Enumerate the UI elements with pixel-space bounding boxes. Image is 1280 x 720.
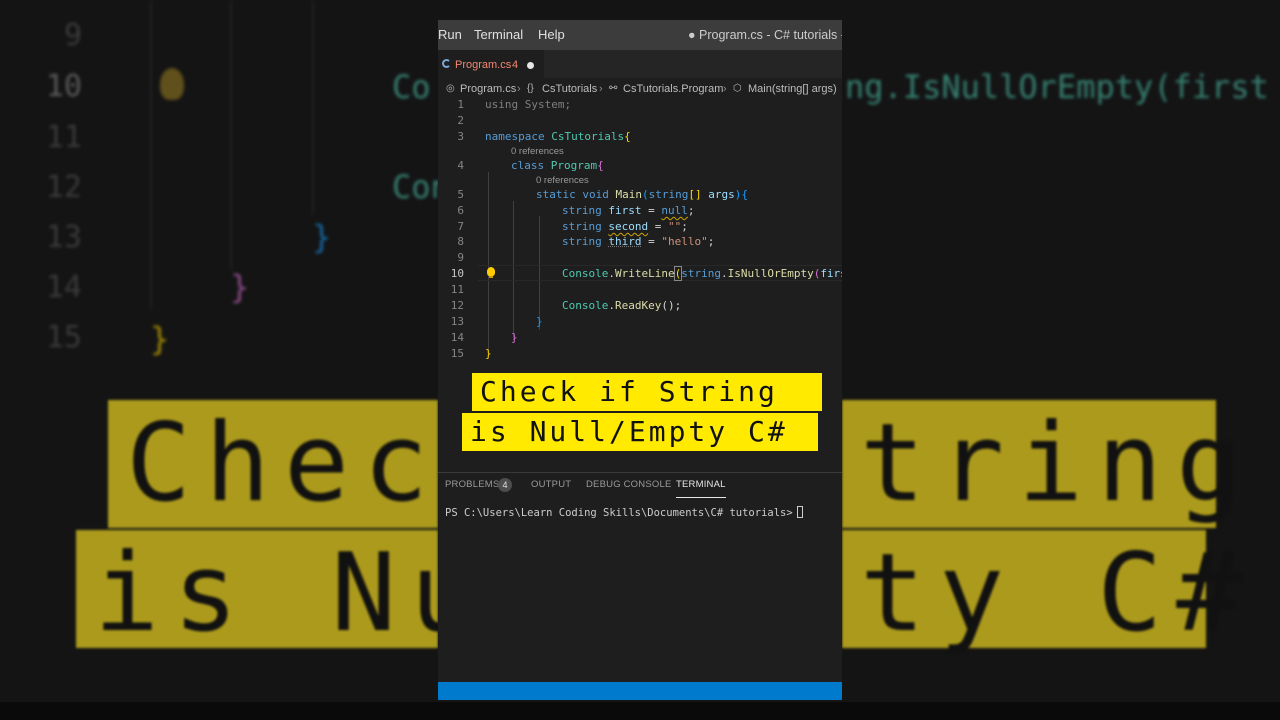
codelens-references[interactable]: 0 references <box>536 175 589 186</box>
prompt-text: PS C:\Users\Learn Coding Skills\Document… <box>445 507 793 519</box>
bg-line-number: 10 <box>45 69 82 104</box>
bg-banner-text: ty C# <box>842 530 1241 656</box>
line-number: 13 <box>450 315 464 328</box>
lightbulb-icon-base <box>489 276 493 278</box>
bg-banner-text: tring <box>842 400 1241 528</box>
bg-line-number: 14 <box>45 270 82 305</box>
code-line-4: class Program{ <box>511 159 604 172</box>
banner-line-2: is Null/Empty C# <box>462 413 818 451</box>
code-line-1: using System; <box>485 98 572 111</box>
tab-terminal[interactable]: TERMINAL <box>676 473 726 498</box>
tab-debug-console[interactable]: DEBUG CONSOLE <box>586 473 671 497</box>
bg-banner-text: Check <box>108 400 507 528</box>
bg-line-number: 9 <box>63 18 82 53</box>
line-number: 11 <box>450 283 464 296</box>
code-line-3: namespace CsTutorials{ <box>485 130 631 143</box>
line-number: 9 <box>457 251 464 264</box>
line-number: 6 <box>457 204 464 217</box>
bottom-letterbox <box>0 702 1280 720</box>
code-editor[interactable]: 1 2 3 4 5 6 7 8 9 10 11 12 13 14 15 usin… <box>438 98 842 368</box>
code-line-15: } <box>485 347 492 360</box>
tab-program-cs[interactable]: Program.cs 4 <box>438 50 544 79</box>
code-line-14: } <box>511 331 518 344</box>
line-number: 4 <box>457 159 464 172</box>
breadcrumb-namespace[interactable]: CsTutorials <box>542 78 597 100</box>
lightbulb-icon[interactable] <box>487 267 495 276</box>
class-icon: ⚯ <box>609 83 618 94</box>
breadcrumb: ◎ Program.cs › {} CsTutorials › ⚯ CsTuto… <box>438 78 842 100</box>
bg-line-number: 11 <box>45 120 82 155</box>
tab-label: Program.cs <box>455 59 512 71</box>
lightbulb-icon <box>160 68 184 100</box>
window-title: ● Program.cs - C# tutorials - V <box>688 28 842 42</box>
line-number: 8 <box>457 235 464 248</box>
bg-code-fragment: Co <box>392 68 431 106</box>
csharp-file-icon: ◎ <box>446 83 455 94</box>
video-frame: 9 10 11 12 13 14 15 Co ng.IsNullOrEmpty(… <box>0 0 1280 720</box>
bg-brace: } <box>230 268 250 306</box>
indent-guide <box>150 0 152 310</box>
indent-guide <box>312 0 314 215</box>
banner-line-1: Check if String <box>472 373 822 411</box>
unsaved-dot-icon[interactable] <box>527 62 534 69</box>
indent-guide <box>488 172 489 356</box>
code-line-10: Console.WriteLine(string.IsNullOrEmpty(f… <box>562 266 842 281</box>
terminal-prompt[interactable]: PS C:\Users\Learn Coding Skills\Document… <box>445 506 803 519</box>
line-number: 15 <box>450 347 464 360</box>
menu-help[interactable]: Help <box>538 20 565 50</box>
problems-badge: 4 <box>498 478 512 492</box>
code-line-13: } <box>536 315 543 328</box>
line-number: 3 <box>457 130 464 143</box>
braces-icon: {} <box>527 83 534 94</box>
menubar: Run Terminal Help ● Program.cs - C# tuto… <box>438 20 842 50</box>
bg-brace: } <box>150 320 170 358</box>
bg-brace: } <box>312 218 332 256</box>
line-number: 1 <box>457 98 464 111</box>
line-number: 7 <box>457 220 464 233</box>
line-number: 12 <box>450 299 464 312</box>
tab-output[interactable]: OUTPUT <box>531 473 571 497</box>
line-number: 2 <box>457 114 464 127</box>
bg-banner-text: is Nu <box>76 530 475 656</box>
bg-line-number: 13 <box>45 220 82 255</box>
code-line-12: Console.ReadKey(); <box>562 299 682 312</box>
vscode-window: Run Terminal Help ● Program.cs - C# tuto… <box>438 20 842 700</box>
codelens-references[interactable]: 0 references <box>511 146 564 157</box>
tab-problems[interactable]: PROBLEMS <box>445 473 499 497</box>
breadcrumb-method[interactable]: Main(string[] args) <box>748 78 837 100</box>
bottom-panel: PROBLEMS 4 OUTPUT DEBUG CONSOLE TERMINAL… <box>438 472 842 683</box>
line-number-current: 10 <box>450 267 464 280</box>
code-line-5: static void Main(string[] args){ <box>536 188 748 201</box>
bg-code-fragment: ng.IsNullOrEmpty(first <box>845 68 1269 106</box>
line-number: 5 <box>457 188 464 201</box>
menu-terminal[interactable]: Terminal <box>474 20 523 50</box>
bg-line-number: 12 <box>45 170 82 205</box>
breadcrumb-class[interactable]: CsTutorials.Program <box>623 78 723 100</box>
breadcrumb-file[interactable]: Program.cs <box>460 78 516 100</box>
chevron-right-icon: › <box>517 83 521 95</box>
code-line-7: string second = ""; <box>562 220 688 233</box>
menu-run[interactable]: Run <box>438 20 462 50</box>
status-bar <box>438 682 842 700</box>
chevron-right-icon: › <box>723 83 727 95</box>
code-line-6: string first = null; <box>562 204 695 217</box>
tab-problem-count: 4 <box>512 59 519 71</box>
indent-guide <box>230 0 232 270</box>
editor-tabbar: Program.cs 4 <box>438 50 842 79</box>
terminal-cursor <box>796 506 803 518</box>
code-line-8: string third = "hello"; <box>562 235 715 248</box>
line-number: 14 <box>450 331 464 344</box>
method-cube-icon: ⬡ <box>733 83 742 94</box>
chevron-right-icon: › <box>599 83 603 95</box>
bg-line-number: 15 <box>45 320 82 355</box>
csharp-file-icon <box>442 59 451 68</box>
